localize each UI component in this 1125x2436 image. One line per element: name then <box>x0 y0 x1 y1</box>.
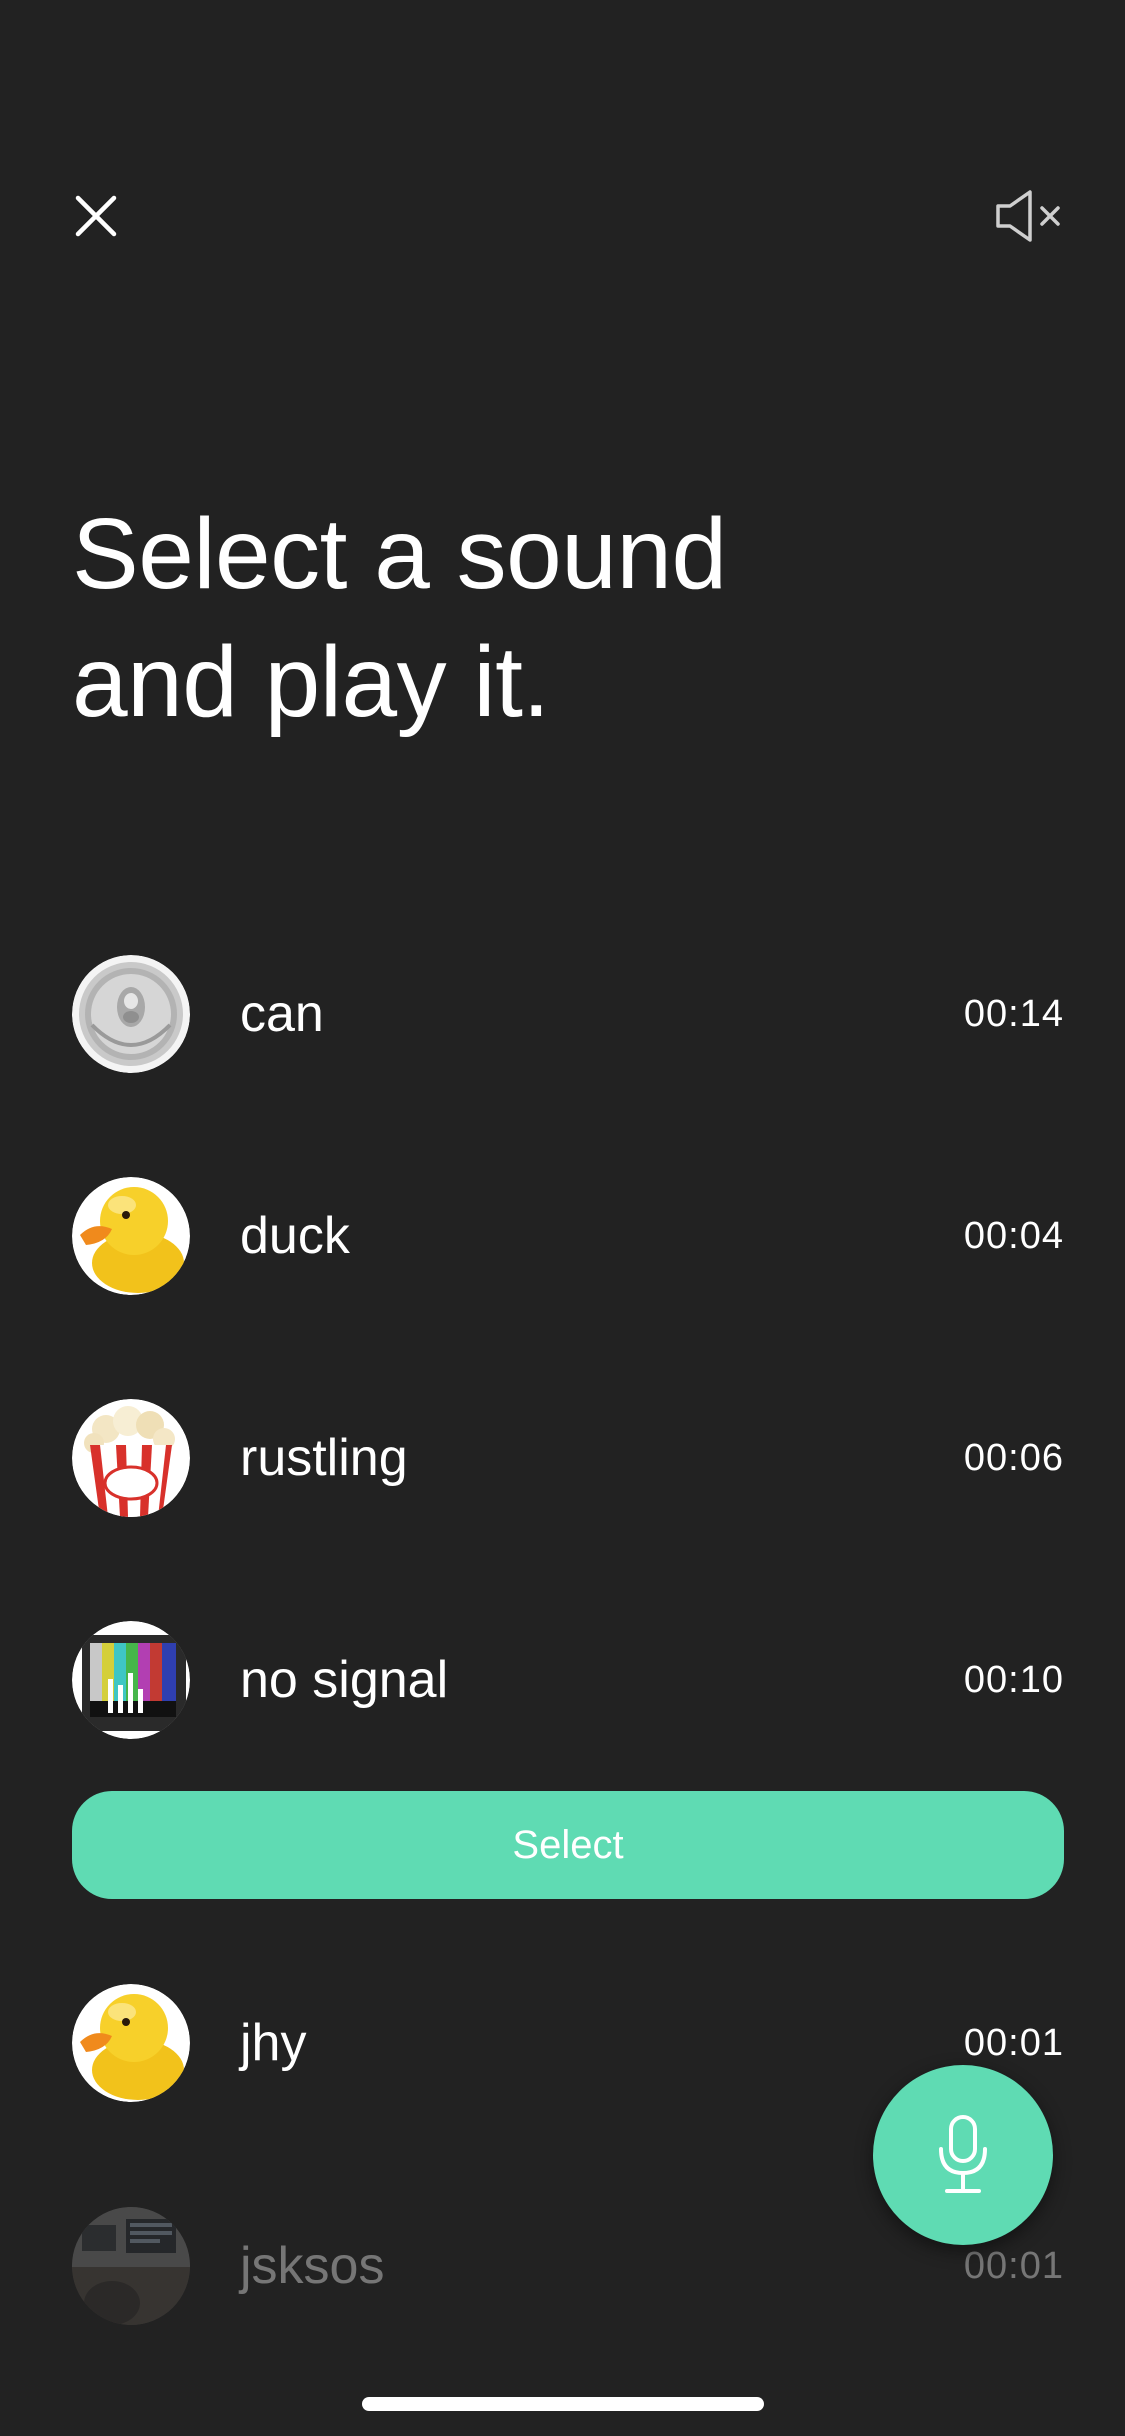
sound-name: jhy <box>240 2014 307 2072</box>
mute-toggle-button[interactable] <box>985 180 1073 252</box>
select-button[interactable]: Select <box>72 1791 1064 1899</box>
list-item-no-signal[interactable]: no signal 00:10 <box>72 1620 1064 1740</box>
close-button[interactable] <box>60 180 132 252</box>
sound-duration: 00:14 <box>963 992 1064 1035</box>
sound-duration: 00:06 <box>963 1436 1064 1479</box>
record-mic-button[interactable] <box>873 2065 1053 2245</box>
popcorn-icon <box>72 1399 190 1517</box>
sound-name: can <box>240 985 324 1043</box>
sound-duration: 00:10 <box>963 1658 1064 1701</box>
sound-name: no signal <box>240 1651 449 1709</box>
sound-duration: 00:01 <box>963 2244 1064 2287</box>
page-title-line-2: and play it. <box>72 626 550 738</box>
list-item-duck[interactable]: duck 00:04 <box>72 1176 1064 1296</box>
sound-duration: 00:04 <box>963 1214 1064 1257</box>
sound-name: jsksos <box>240 2237 385 2295</box>
rubber-duck-icon <box>72 1177 190 1295</box>
page-title-line-1: Select a sound <box>72 498 727 610</box>
home-indicator <box>362 2397 764 2411</box>
speaker-muted-icon <box>996 190 1060 242</box>
tv-test-pattern-icon <box>72 1621 190 1739</box>
rubber-duck-icon <box>72 1984 190 2102</box>
microphone-icon <box>939 2115 987 2193</box>
list-item-can[interactable]: can 00:14 <box>72 954 1064 1074</box>
soda-can-icon <box>72 955 190 1073</box>
sound-name: duck <box>240 1207 350 1265</box>
photo-thumbnail-icon <box>72 2207 190 2325</box>
sound-name: rustling <box>240 1429 408 1487</box>
page-title: Select a sound and play it. <box>72 490 972 746</box>
sound-duration: 00:01 <box>963 2021 1064 2064</box>
list-item-rustling[interactable]: rustling 00:06 <box>72 1398 1064 1518</box>
close-icon <box>75 195 117 237</box>
